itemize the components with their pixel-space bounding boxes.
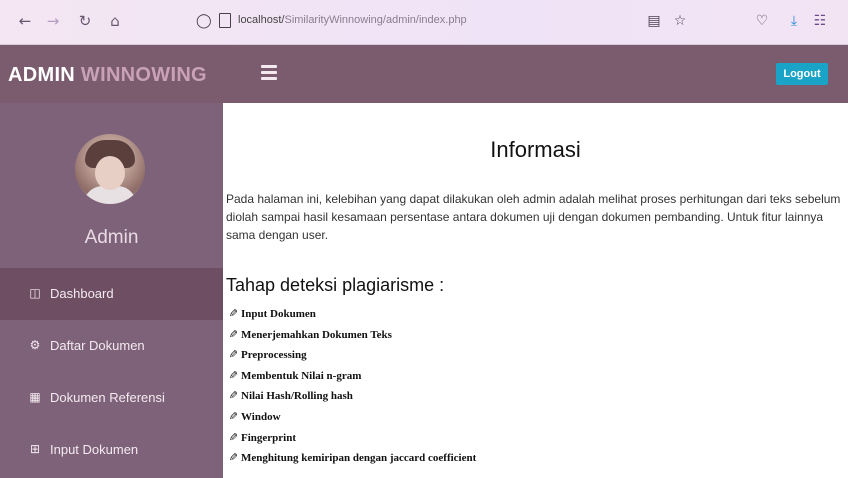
forward-arrow-icon[interactable]: → [42, 10, 64, 32]
hamburger-menu-icon[interactable] [261, 65, 277, 80]
brand-admin: ADMIN [8, 64, 76, 86]
sidebar-item-daftar-dokumen[interactable]: ⚙ Daftar Dokumen [0, 320, 223, 372]
download-icon[interactable]: ⤓ [784, 11, 804, 31]
sidebar-item-input-dokumen[interactable]: ⊞ Input Dokumen [0, 424, 223, 476]
pencil-icon: ✎ [228, 307, 238, 320]
pencil-icon: ✎ [228, 327, 238, 341]
home-icon[interactable]: ⌂ [104, 10, 126, 32]
info-paragraph: Pada halaman ini, kelebihan yang dapat d… [226, 192, 841, 242]
list-item: ✎ Preprocessing [226, 345, 476, 366]
shield-icon: ◯ [196, 13, 212, 29]
steps-list: ✎ Input Dokumen ✎ Menerjemahkan Dokumen Te… [226, 304, 476, 469]
pencil-icon: ✎ [228, 348, 238, 362]
sidebar-item-dokumen-referensi[interactable]: ▦ Dokumen Referensi [0, 372, 223, 424]
logout-button[interactable]: Logout [776, 63, 828, 85]
avatar [75, 134, 145, 204]
sidebar-item-label: Dashboard [50, 286, 114, 301]
library-icon[interactable]: ☷ [810, 11, 830, 31]
sidebar-item-label: Input Dokumen [50, 442, 139, 457]
monitor-icon: ◫ [29, 286, 41, 300]
sidebar-item-label: Daftar Dokumen [50, 338, 145, 353]
table-icon: ⊞ [29, 442, 41, 456]
brand-logo[interactable]: ADMIN WINNOWING [8, 64, 207, 87]
browser-toolbar: ← → ↻ ⌂ ◯ localhost/SimilarityWinnowing/… [0, 0, 848, 45]
sidebar-item-dashboard[interactable]: ◫ Dashboard [0, 268, 223, 320]
pencil-icon: ✎ [228, 451, 238, 465]
address-bar[interactable]: ◯ localhost/SimilarityWinnowing/admin/in… [196, 10, 696, 34]
section-title: Tahap deteksi plagiarisme : [226, 275, 445, 295]
admin-name: Admin [84, 227, 139, 248]
pencil-icon: ✎ [228, 430, 238, 444]
reader-view-icon[interactable]: ▤ [644, 11, 664, 31]
sidebar: Admin ◫ Dashboard ⚙ Daftar Dokumen ▦ Dok… [0, 103, 223, 478]
list-item: ✎ Nilai Hash/Rolling hash [226, 386, 476, 407]
list-item: ✎ Fingerprint [226, 428, 476, 449]
list-item: ✎ Window [226, 407, 476, 428]
back-arrow-icon[interactable]: ← [14, 10, 36, 32]
pocket-icon[interactable]: ♡ [752, 11, 772, 31]
brand-winnowing: WINNOWING [80, 64, 207, 86]
pencil-icon: ✎ [228, 368, 238, 382]
page-icon [219, 13, 231, 28]
main-content: Informasi Pada halaman ini, kelebihan ya… [223, 103, 848, 478]
list-item: ✎ Menghitung kemiripan dengan jaccard coe… [226, 448, 476, 469]
book-icon: ▦ [29, 390, 41, 404]
sidebar-item-label: Dokumen Referensi [50, 390, 165, 405]
list-item: ✎ Menerjemahkan Dokumen Teks [226, 325, 476, 346]
url-text[interactable]: localhost/SimilarityWinnowing/admin/inde… [238, 14, 467, 26]
pencil-icon: ✎ [228, 389, 238, 403]
pencil-icon: ✎ [228, 409, 238, 423]
reload-icon[interactable]: ↻ [74, 10, 96, 32]
bookmark-star-icon[interactable]: ☆ [670, 11, 690, 31]
top-navbar: ADMIN WINNOWING [0, 45, 848, 103]
list-item: ✎ Membentuk Nilai n-gram [226, 366, 476, 387]
list-item: ✎ Input Dokumen [226, 304, 476, 325]
page-title: Informasi [490, 137, 581, 162]
cogs-icon: ⚙ [29, 338, 41, 352]
